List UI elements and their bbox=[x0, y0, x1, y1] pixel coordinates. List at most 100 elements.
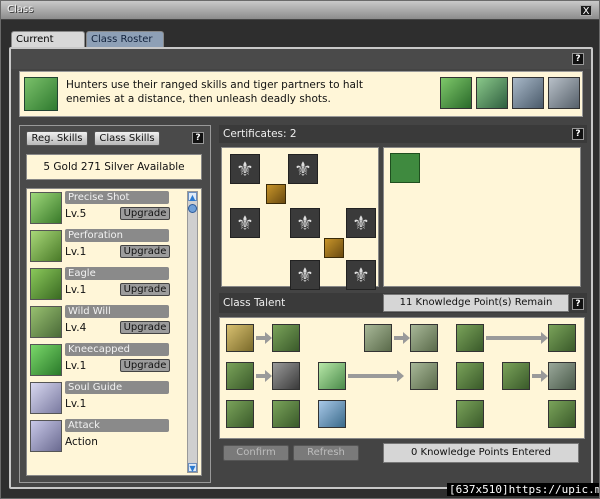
list-item[interactable]: Eagle Lv.1 Upgrade bbox=[30, 267, 190, 303]
skill-name: Attack bbox=[65, 419, 169, 432]
tab-class-roster[interactable]: Class Roster bbox=[86, 31, 164, 47]
refresh-button[interactable]: Refresh bbox=[293, 445, 359, 461]
talent-icon[interactable] bbox=[548, 400, 576, 428]
spiral-class-icon[interactable] bbox=[548, 77, 580, 109]
class-window: Class X Current Class Class Roster ? Hun… bbox=[0, 0, 600, 499]
fleur-icon[interactable]: ⚜ bbox=[346, 260, 376, 290]
talent-icon[interactable] bbox=[502, 362, 530, 390]
wild-will-icon bbox=[30, 306, 62, 338]
talent-icon[interactable] bbox=[548, 324, 576, 352]
skull-talent-icon[interactable] bbox=[318, 362, 346, 390]
tab-current-class[interactable]: Current Class bbox=[11, 31, 85, 60]
talent-icon[interactable] bbox=[410, 362, 438, 390]
upgrade-button[interactable]: Upgrade bbox=[120, 321, 170, 334]
certificate-gem-icon[interactable] bbox=[324, 238, 344, 258]
class-description: Hunters use their ranged skills and tige… bbox=[66, 79, 363, 105]
talent-icon[interactable] bbox=[272, 362, 300, 390]
scroll-thumb[interactable] bbox=[188, 204, 197, 213]
talent-icon[interactable] bbox=[456, 400, 484, 428]
fleur-icon[interactable]: ⚜ bbox=[346, 208, 376, 238]
skills-help-icon[interactable]: ? bbox=[192, 132, 204, 144]
kneecapped-icon bbox=[30, 344, 62, 376]
fleur-icon[interactable]: ⚜ bbox=[288, 154, 318, 184]
class-talent-header: Class Talent 11 Knowledge Point(s) Remai… bbox=[219, 293, 587, 313]
eagle-icon bbox=[30, 268, 62, 300]
skill-name: Soul Guide bbox=[65, 381, 169, 394]
class-description-box: Hunters use their ranged skills and tige… bbox=[19, 71, 583, 117]
skill-scrollbar[interactable]: ▲ ▼ bbox=[187, 191, 198, 473]
window-title: Class bbox=[7, 4, 34, 15]
list-item[interactable]: Soul Guide Lv.1 bbox=[30, 381, 190, 417]
list-item[interactable]: Perforation Lv.1 Upgrade bbox=[30, 229, 190, 265]
skill-name: Kneecapped bbox=[65, 343, 169, 356]
skill-list: Precise Shot Lv.5 Upgrade Perforation Lv… bbox=[26, 188, 202, 476]
upgrade-button[interactable]: Upgrade bbox=[120, 283, 170, 296]
skill-level: Action bbox=[65, 436, 98, 448]
panel-header bbox=[11, 49, 591, 69]
crossbow-class-icon[interactable] bbox=[476, 77, 508, 109]
talent-help-icon[interactable]: ? bbox=[572, 298, 584, 310]
talent-icon[interactable] bbox=[364, 324, 392, 352]
beast-class-icon[interactable] bbox=[512, 77, 544, 109]
talent-link bbox=[256, 332, 272, 344]
talent-icon[interactable] bbox=[226, 362, 254, 390]
upgrade-button[interactable]: Upgrade bbox=[120, 207, 170, 220]
skill-level: Lv.1 bbox=[65, 360, 87, 372]
close-icon[interactable]: X bbox=[580, 5, 592, 17]
attack-icon bbox=[30, 420, 62, 452]
scroll-down-icon[interactable]: ▼ bbox=[188, 463, 197, 473]
certificate-gem-icon[interactable] bbox=[266, 184, 286, 204]
skill-level: Lv.4 bbox=[65, 322, 87, 334]
soul-guide-icon bbox=[30, 382, 62, 414]
lion-talent-icon[interactable] bbox=[226, 324, 254, 352]
help-icon[interactable]: ? bbox=[572, 53, 584, 65]
talent-tree bbox=[219, 317, 585, 439]
certificate-detail bbox=[383, 147, 581, 287]
confirm-button[interactable]: Confirm bbox=[223, 445, 289, 461]
talent-icon[interactable] bbox=[456, 324, 484, 352]
watermark: [637x510]https://upic.me/ bbox=[447, 483, 599, 496]
talent-icon[interactable] bbox=[272, 324, 300, 352]
certificates-count: Certificates: 2 bbox=[223, 128, 297, 140]
talent-link bbox=[486, 332, 548, 344]
reg-skills-button[interactable]: Reg. Skills bbox=[26, 131, 88, 146]
talent-link bbox=[256, 370, 272, 382]
feather-class-icon[interactable] bbox=[440, 77, 472, 109]
fleur-icon[interactable]: ⚜ bbox=[290, 208, 320, 238]
skill-level: Lv.1 bbox=[65, 246, 87, 258]
skill-level: Lv.1 bbox=[65, 284, 87, 296]
talent-link bbox=[394, 332, 410, 344]
fleur-icon[interactable]: ⚜ bbox=[230, 208, 260, 238]
precise-shot-icon bbox=[30, 192, 62, 224]
certificate-grid: ⚜ ⚜ ⚜ ⚜ ⚜ ⚜ ⚜ bbox=[221, 147, 379, 290]
skill-level: Lv.1 bbox=[65, 398, 87, 410]
talent-icon[interactable] bbox=[456, 362, 484, 390]
knowledge-points-remaining: 11 Knowledge Point(s) Remain bbox=[383, 294, 569, 312]
talent-link bbox=[532, 370, 548, 382]
certificates-help-icon[interactable]: ? bbox=[572, 128, 584, 140]
talent-icon[interactable] bbox=[410, 324, 438, 352]
fleur-icon[interactable]: ⚜ bbox=[290, 260, 320, 290]
scroll-up-icon[interactable]: ▲ bbox=[188, 192, 197, 202]
list-item[interactable]: Attack Action bbox=[30, 419, 190, 455]
upgrade-button[interactable]: Upgrade bbox=[120, 359, 170, 372]
knowledge-points-entered: 0 Knowledge Points Entered bbox=[383, 443, 579, 463]
certificates-header: Certificates: 2 bbox=[219, 125, 587, 143]
class-panel: ? Hunters use their ranged skills and ti… bbox=[9, 47, 593, 489]
class-skills-button[interactable]: Class Skills bbox=[94, 131, 160, 146]
upgrade-button[interactable]: Upgrade bbox=[120, 245, 170, 258]
talent-icon[interactable] bbox=[548, 362, 576, 390]
list-item[interactable]: Wild Will Lv.4 Upgrade bbox=[30, 305, 190, 341]
talent-icon[interactable] bbox=[318, 400, 346, 428]
skill-name: Wild Will bbox=[65, 305, 169, 318]
list-item[interactable]: Kneecapped Lv.1 Upgrade bbox=[30, 343, 190, 379]
talent-icon[interactable] bbox=[226, 400, 254, 428]
fleur-icon[interactable]: ⚜ bbox=[230, 154, 260, 184]
skill-name: Precise Shot bbox=[65, 191, 169, 204]
title-bar[interactable]: Class X bbox=[1, 1, 599, 20]
list-item[interactable]: Precise Shot Lv.5 Upgrade bbox=[30, 191, 190, 227]
skill-name: Eagle bbox=[65, 267, 169, 280]
talent-icon[interactable] bbox=[272, 400, 300, 428]
skill-level: Lv.5 bbox=[65, 208, 87, 220]
skeleton-icon[interactable] bbox=[390, 153, 420, 183]
